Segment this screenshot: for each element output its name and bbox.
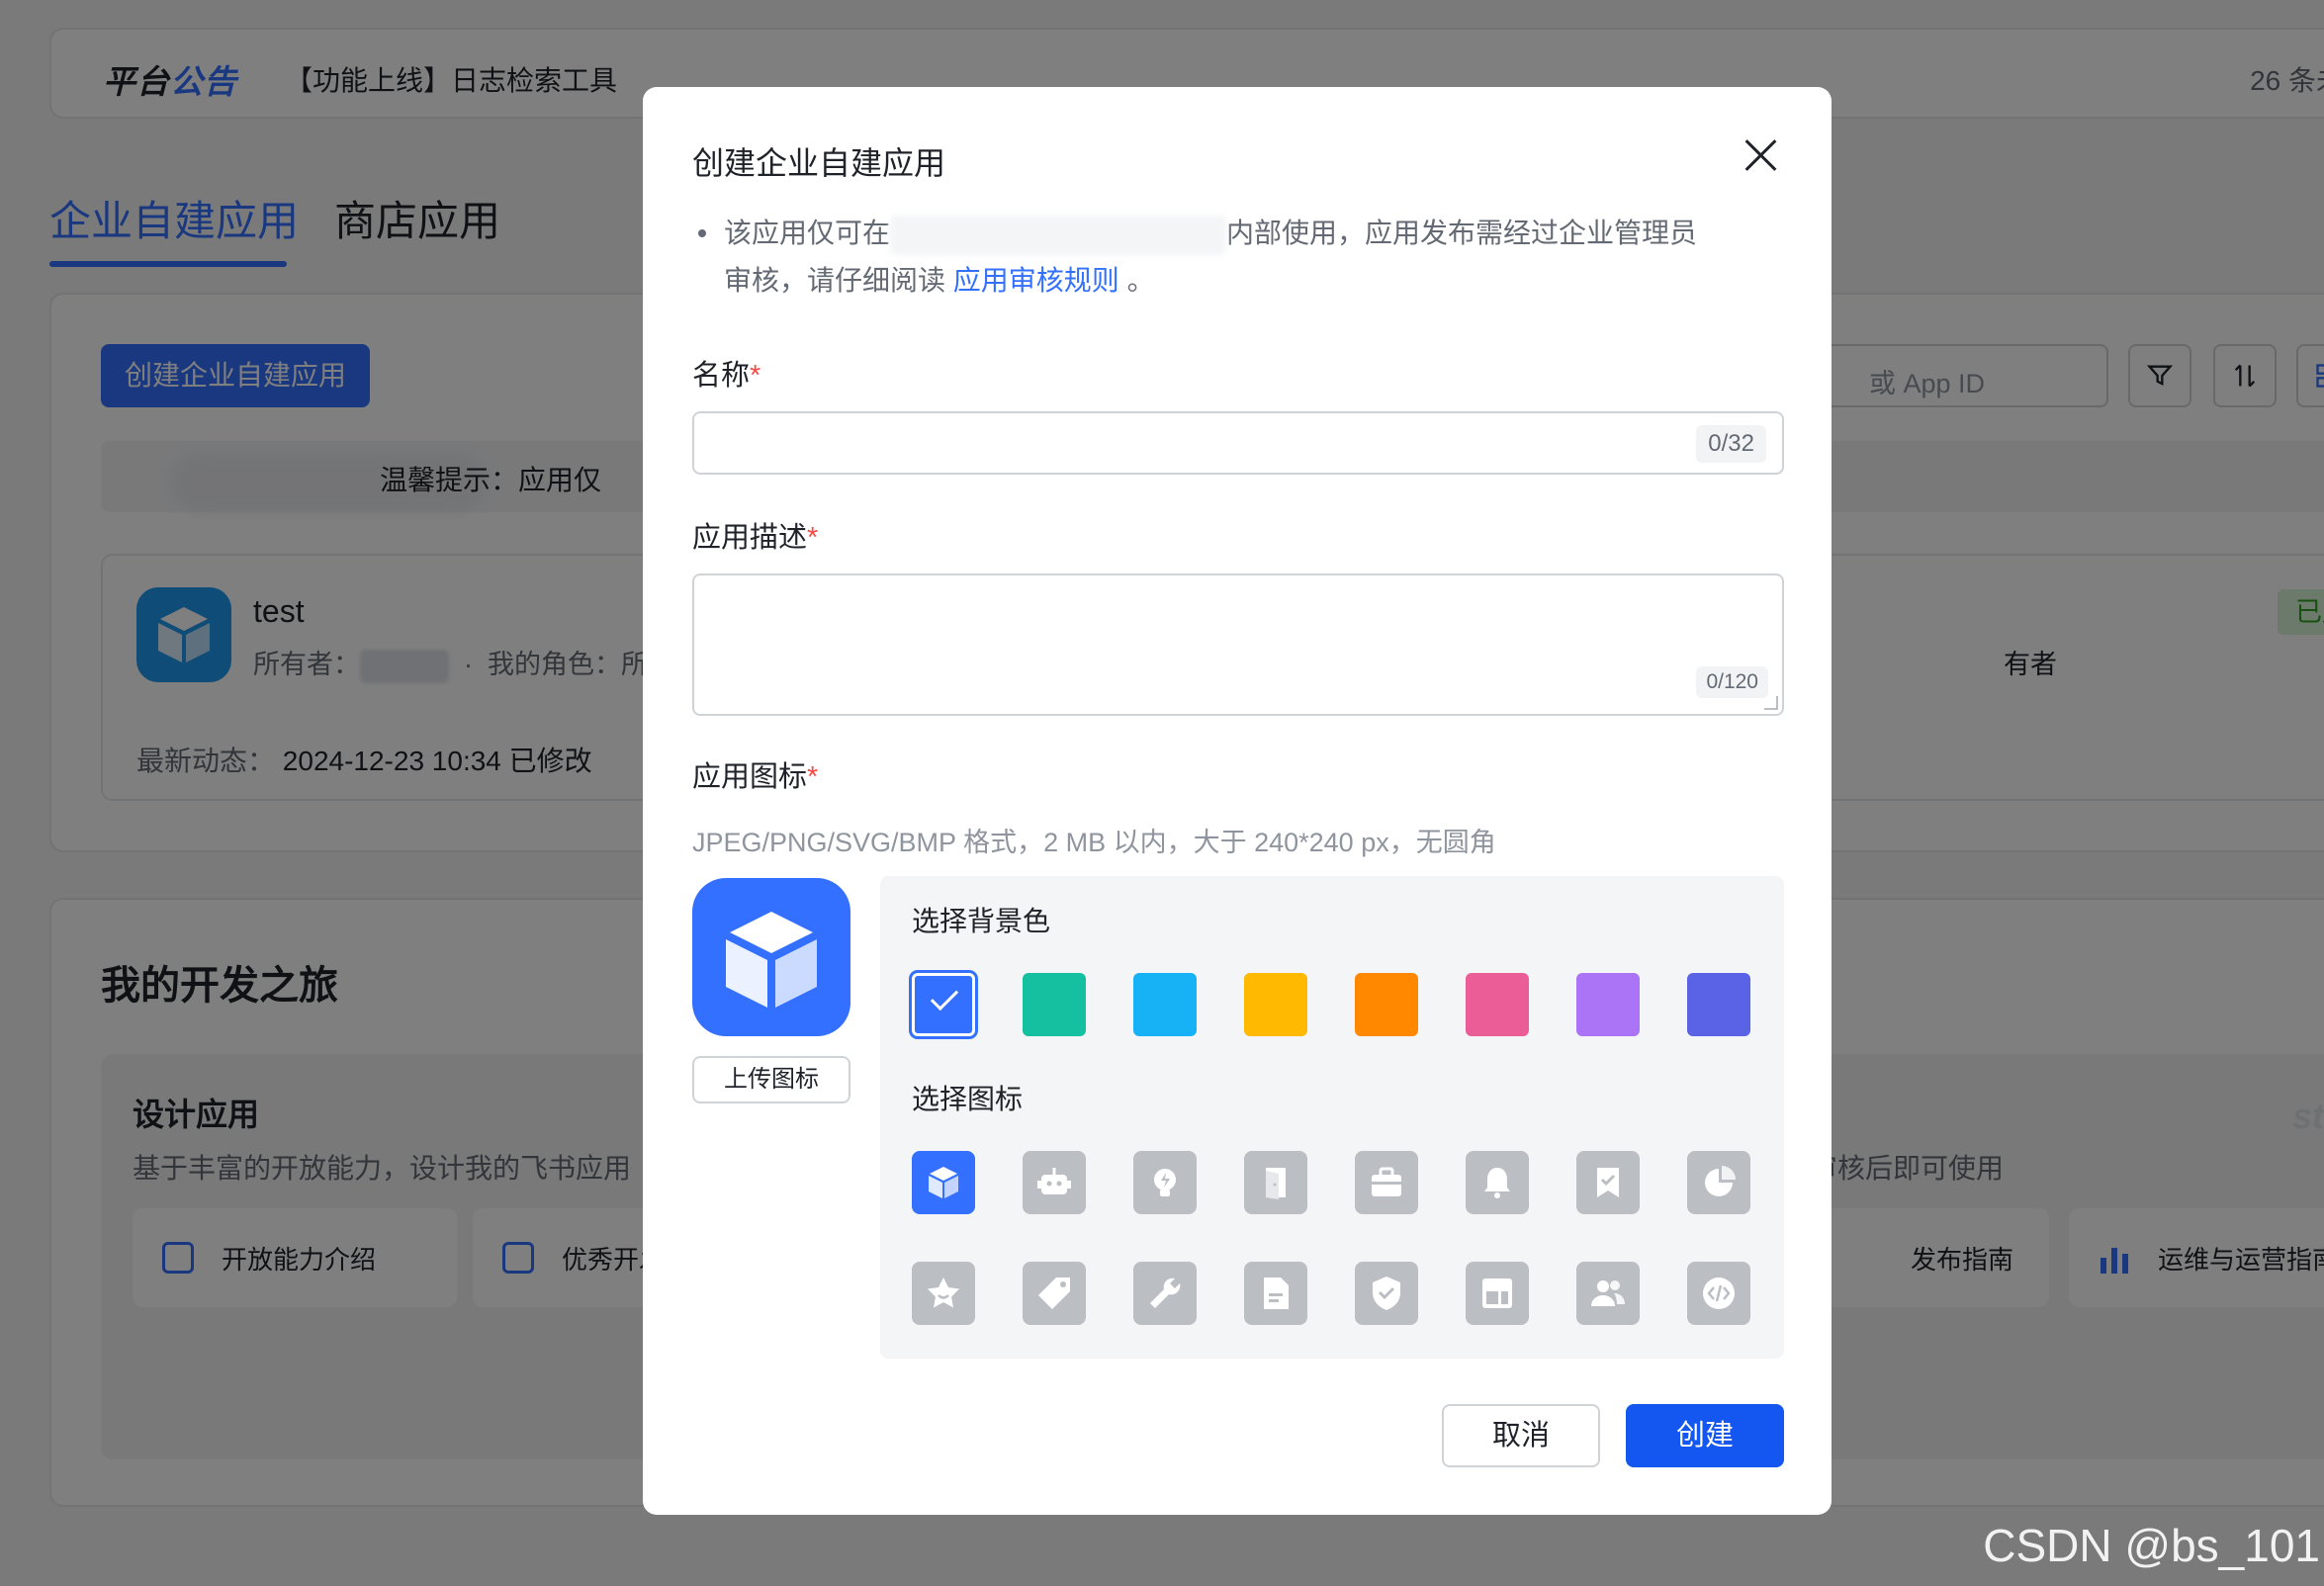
bg-color-swatch[interactable]: [912, 973, 975, 1036]
close-icon[interactable]: [1739, 132, 1784, 178]
bg-color-swatch[interactable]: [1355, 973, 1418, 1036]
bg-color-swatch[interactable]: [1687, 973, 1750, 1036]
pie-chart-icon-option[interactable]: [1687, 1151, 1750, 1214]
name-label: 名称*: [692, 360, 761, 392]
create-button[interactable]: 创建: [1626, 1404, 1784, 1467]
star-icon: [928, 1278, 959, 1308]
robot-icon: [1037, 1168, 1071, 1194]
icon-label: 应用图标*: [692, 761, 819, 793]
bg-color-swatch[interactable]: [1023, 973, 1086, 1036]
bell-icon: [1484, 1168, 1510, 1198]
resize-handle[interactable]: [1764, 696, 1778, 710]
cancel-button[interactable]: 取消: [1442, 1404, 1600, 1467]
door-icon: [1266, 1168, 1286, 1199]
pie-chart-icon: [1705, 1166, 1736, 1196]
upload-icon-button[interactable]: 上传图标: [692, 1056, 850, 1103]
star-icon-option[interactable]: [912, 1262, 975, 1325]
description-label: 应用描述*: [692, 522, 819, 554]
code-icon-option[interactable]: [1687, 1262, 1750, 1325]
wrench-icon-option[interactable]: [1133, 1262, 1197, 1325]
description-textarea[interactable]: 0/120: [692, 573, 1784, 716]
redacted-enterprise-name: [890, 215, 1227, 255]
document-icon: [1264, 1278, 1289, 1309]
watermark: CSDN @bs_101: [1983, 1520, 2320, 1571]
briefcase-icon: [1372, 1167, 1401, 1196]
door-icon-option[interactable]: [1244, 1151, 1307, 1214]
bg-color-swatch[interactable]: [1244, 973, 1307, 1036]
tag-icon-option[interactable]: [1023, 1262, 1086, 1325]
briefcase-icon-option[interactable]: [1355, 1151, 1418, 1214]
bullet-icon: [698, 229, 706, 237]
layout-icon: [1482, 1278, 1512, 1308]
name-char-counter: 0/32: [1696, 425, 1766, 463]
bg-color-swatch[interactable]: [1133, 973, 1197, 1036]
icon-select-title: 选择图标: [912, 1084, 1024, 1114]
description-char-counter: 0/120: [1696, 666, 1768, 698]
cube-icon-option[interactable]: [912, 1151, 975, 1214]
cube-icon: [726, 912, 817, 1008]
icon-picker-panel: 选择背景色 选择图标: [880, 876, 1784, 1359]
icon-preview: [692, 878, 850, 1036]
bookmark-check-icon-option[interactable]: [1576, 1151, 1640, 1214]
checkmark-icon: [930, 982, 959, 1012]
users-icon: [1591, 1280, 1625, 1306]
bg-color-title: 选择背景色: [912, 906, 1051, 936]
bg-color-swatch[interactable]: [1576, 973, 1640, 1036]
document-icon-option[interactable]: [1244, 1262, 1307, 1325]
layout-icon-option[interactable]: [1466, 1262, 1529, 1325]
users-icon-option[interactable]: [1576, 1262, 1640, 1325]
review-rules-link[interactable]: 应用审核规则: [953, 265, 1119, 296]
tag-icon: [1038, 1278, 1070, 1309]
create-app-dialog: 创建企业自建应用 该应用仅可在 内部使用，应用发布需经过企业管理员 审核，请仔细阅…: [643, 87, 1832, 1515]
lightbulb-icon: [1154, 1169, 1176, 1196]
shield-check-icon: [1373, 1277, 1400, 1310]
bg-color-swatch[interactable]: [1466, 973, 1529, 1036]
bookmark-check-icon: [1597, 1168, 1619, 1197]
icon-format-hint: JPEG/PNG/SVG/BMP 格式，2 MB 以内，大于 240*240 p…: [692, 828, 1496, 857]
name-input[interactable]: 0/32: [692, 411, 1784, 475]
robot-icon-option[interactable]: [1023, 1151, 1086, 1214]
bell-icon-option[interactable]: [1466, 1151, 1529, 1214]
wrench-icon: [1150, 1278, 1181, 1308]
shield-check-icon-option[interactable]: [1355, 1262, 1418, 1325]
cube-icon: [929, 1167, 958, 1198]
dialog-title: 创建企业自建应用: [692, 145, 946, 181]
lightbulb-icon-option[interactable]: [1133, 1151, 1197, 1214]
code-icon: [1703, 1278, 1735, 1309]
